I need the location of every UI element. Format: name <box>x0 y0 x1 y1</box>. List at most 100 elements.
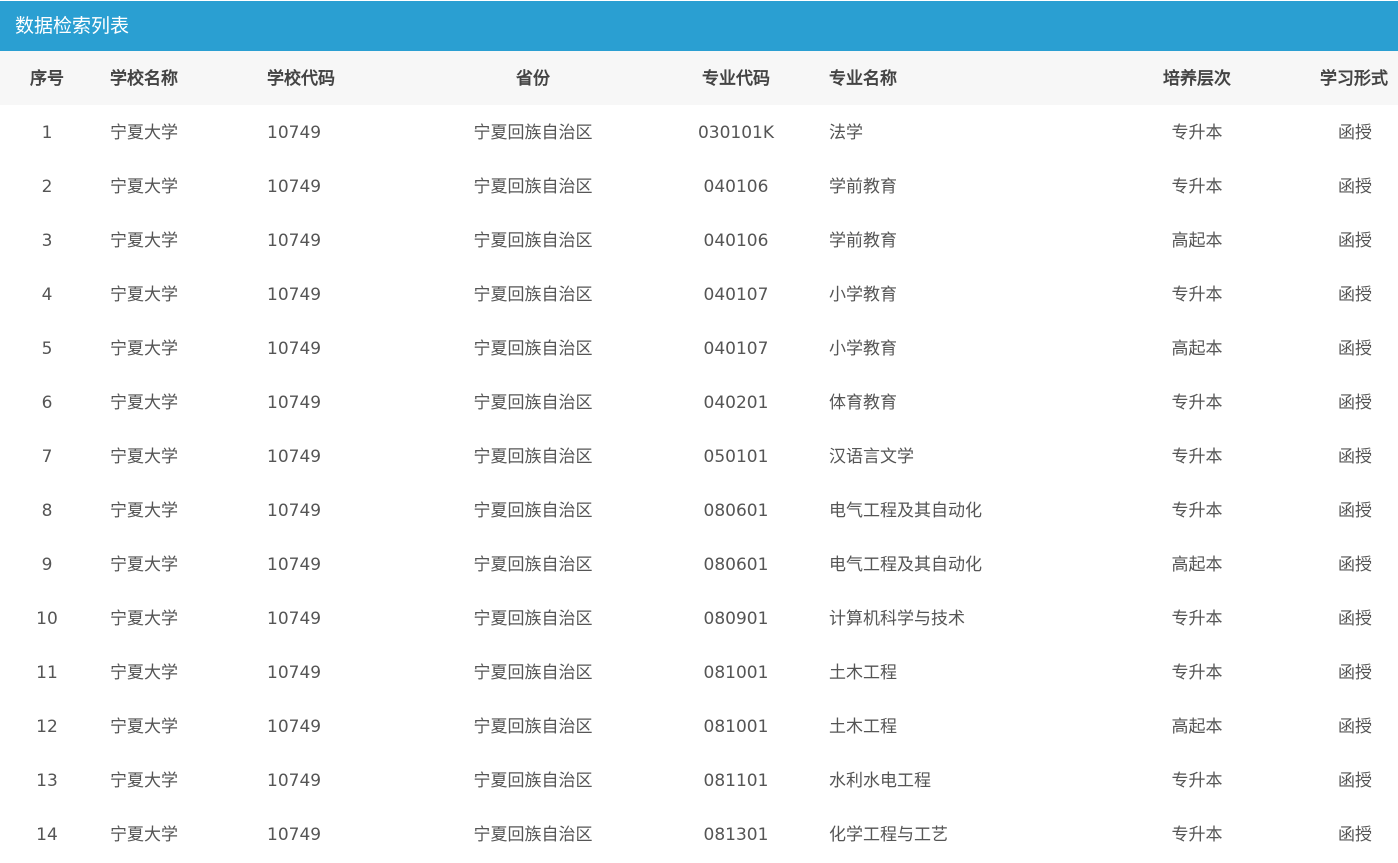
cell-school-code: 10749 <box>267 123 322 143</box>
table-row: 1 宁夏大学 10749 宁夏回族自治区 030101K 法学 专升本 函授 <box>0 105 1398 159</box>
cell-major-name: 学前教育 <box>829 177 897 197</box>
cell-school-code: 10749 <box>267 825 322 845</box>
table-row: 14 宁夏大学 10749 宁夏回族自治区 081301 化学工程与工艺 专升本 函授 <box>0 807 1398 861</box>
cell-seq: 2 <box>41 177 53 197</box>
cell-province: 宁夏回族自治区 <box>473 825 593 845</box>
cell-seq: 10 <box>36 609 58 629</box>
cell-study-mode: 函授 <box>1338 393 1372 413</box>
cell-seq: 14 <box>36 825 58 845</box>
cell-major-code: 040106 <box>703 231 769 251</box>
table-row: 4 宁夏大学 10749 宁夏回族自治区 040107 小学教育 专升本 函授 <box>0 267 1398 321</box>
cell-major-code: 040106 <box>703 177 769 197</box>
cell-study-mode: 函授 <box>1338 501 1372 521</box>
cell-study-mode: 函授 <box>1338 339 1372 359</box>
table-row: 7 宁夏大学 10749 宁夏回族自治区 050101 汉语言文学 专升本 函授 <box>0 429 1398 483</box>
cell-major-name: 学前教育 <box>829 231 897 251</box>
cell-school-name: 宁夏大学 <box>110 771 178 791</box>
cell-school-code: 10749 <box>267 609 322 629</box>
header-province: 省份 <box>516 69 550 89</box>
cell-level: 专升本 <box>1171 663 1223 683</box>
cell-province: 宁夏回族自治区 <box>473 771 593 791</box>
cell-study-mode: 函授 <box>1338 717 1372 737</box>
cell-level: 高起本 <box>1171 231 1223 251</box>
cell-school-name: 宁夏大学 <box>110 339 178 359</box>
table-row: 5 宁夏大学 10749 宁夏回族自治区 040107 小学教育 高起本 函授 <box>0 321 1398 375</box>
cell-level: 专升本 <box>1171 447 1223 467</box>
cell-level: 专升本 <box>1171 501 1223 521</box>
table-row: 12 宁夏大学 10749 宁夏回族自治区 081001 土木工程 高起本 函授 <box>0 699 1398 753</box>
cell-study-mode: 函授 <box>1338 231 1372 251</box>
cell-study-mode: 函授 <box>1338 555 1372 575</box>
cell-school-name: 宁夏大学 <box>110 717 178 737</box>
cell-province: 宁夏回族自治区 <box>473 285 593 305</box>
cell-province: 宁夏回族自治区 <box>473 609 593 629</box>
cell-study-mode: 函授 <box>1338 771 1372 791</box>
cell-school-name: 宁夏大学 <box>110 123 178 143</box>
cell-major-code: 030101K <box>697 123 775 143</box>
cell-major-name: 汉语言文学 <box>829 447 914 467</box>
cell-school-code: 10749 <box>267 501 322 521</box>
cell-province: 宁夏回族自治区 <box>473 555 593 575</box>
cell-major-name: 法学 <box>829 123 863 143</box>
cell-major-name: 土木工程 <box>829 717 897 737</box>
cell-study-mode: 函授 <box>1338 177 1372 197</box>
cell-school-name: 宁夏大学 <box>110 177 178 197</box>
cell-seq: 13 <box>36 771 58 791</box>
cell-major-code: 081001 <box>703 663 769 683</box>
cell-level: 专升本 <box>1171 609 1223 629</box>
cell-level: 专升本 <box>1171 123 1223 143</box>
cell-major-name: 计算机科学与技术 <box>829 609 965 629</box>
table-row: 11 宁夏大学 10749 宁夏回族自治区 081001 土木工程 专升本 函授 <box>0 645 1398 699</box>
cell-major-name: 土木工程 <box>829 663 897 683</box>
header-major-code: 专业代码 <box>702 69 770 89</box>
cell-level: 高起本 <box>1171 339 1223 359</box>
cell-level: 高起本 <box>1171 717 1223 737</box>
cell-school-code: 10749 <box>267 339 322 359</box>
cell-study-mode: 函授 <box>1338 825 1372 845</box>
cell-province: 宁夏回族自治区 <box>473 663 593 683</box>
table-row: 6 宁夏大学 10749 宁夏回族自治区 040201 体育教育 专升本 函授 <box>0 375 1398 429</box>
cell-province: 宁夏回族自治区 <box>473 177 593 197</box>
cell-major-code: 040107 <box>703 285 769 305</box>
cell-major-code: 080601 <box>703 555 769 575</box>
header-school-name: 学校名称 <box>110 69 178 89</box>
cell-school-name: 宁夏大学 <box>110 393 178 413</box>
cell-study-mode: 函授 <box>1338 609 1372 629</box>
header-study-mode: 学习形式 <box>1320 69 1388 89</box>
header-seq: 序号 <box>30 69 64 89</box>
cell-major-name: 体育教育 <box>829 393 897 413</box>
cell-school-name: 宁夏大学 <box>110 663 178 683</box>
cell-school-name: 宁夏大学 <box>110 555 178 575</box>
cell-level: 高起本 <box>1171 555 1223 575</box>
cell-major-name: 电气工程及其自动化 <box>829 501 982 521</box>
cell-province: 宁夏回族自治区 <box>473 123 593 143</box>
cell-seq: 12 <box>36 717 58 737</box>
cell-school-name: 宁夏大学 <box>110 609 178 629</box>
cell-school-name: 宁夏大学 <box>110 285 178 305</box>
cell-province: 宁夏回族自治区 <box>473 231 593 251</box>
cell-level: 专升本 <box>1171 393 1223 413</box>
table-row: 13 宁夏大学 10749 宁夏回族自治区 081101 水利水电工程 专升本 函授 <box>0 753 1398 807</box>
table-row: 3 宁夏大学 10749 宁夏回族自治区 040106 学前教育 高起本 函授 <box>0 213 1398 267</box>
cell-major-name: 水利水电工程 <box>829 771 931 791</box>
panel-title: 数据检索列表 <box>0 1 1398 51</box>
header-level: 培养层次 <box>1163 69 1231 89</box>
cell-school-code: 10749 <box>267 231 322 251</box>
cell-major-name: 小学教育 <box>829 285 897 305</box>
cell-study-mode: 函授 <box>1338 663 1372 683</box>
cell-seq: 5 <box>41 339 53 359</box>
cell-seq: 11 <box>36 663 58 683</box>
cell-major-code: 081301 <box>703 825 769 845</box>
cell-school-name: 宁夏大学 <box>110 231 178 251</box>
cell-seq: 1 <box>41 123 53 143</box>
cell-seq: 6 <box>41 393 53 413</box>
cell-level: 专升本 <box>1171 825 1223 845</box>
cell-major-name: 小学教育 <box>829 339 897 359</box>
cell-study-mode: 函授 <box>1338 447 1372 467</box>
cell-major-code: 081001 <box>703 717 769 737</box>
cell-school-code: 10749 <box>267 717 322 737</box>
table-body: 1 宁夏大学 10749 宁夏回族自治区 030101K 法学 专升本 函授 2 宁夏大学 1074… <box>0 105 1398 861</box>
cell-seq: 4 <box>41 285 53 305</box>
cell-major-code: 050101 <box>703 447 769 467</box>
table-row: 2 宁夏大学 10749 宁夏回族自治区 040106 学前教育 专升本 函授 <box>0 159 1398 213</box>
